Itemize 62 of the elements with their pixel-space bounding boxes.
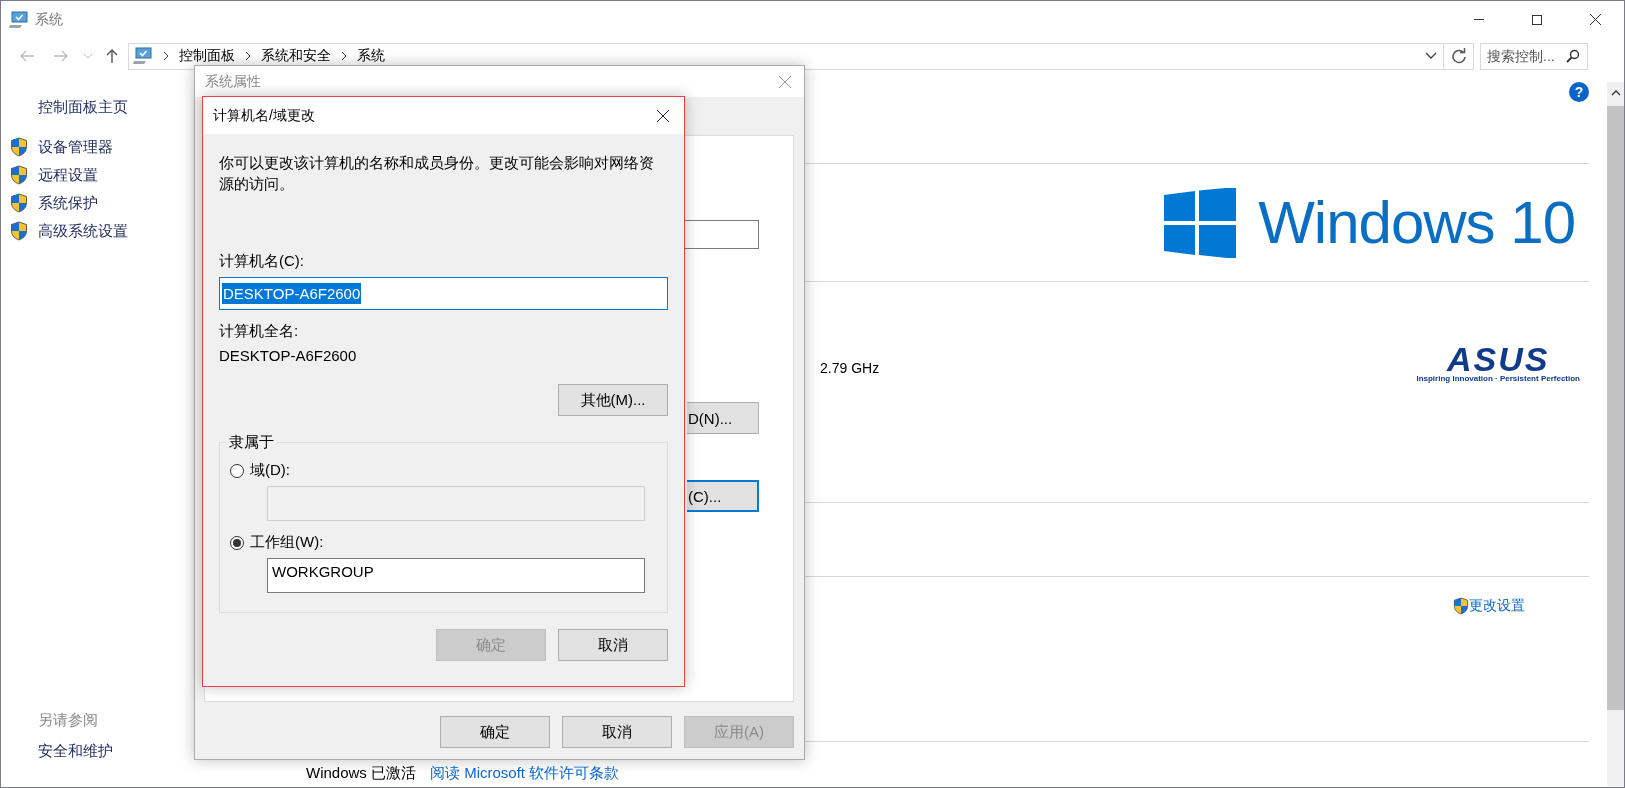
breadcrumb[interactable]: 系统和安全 xyxy=(261,47,331,65)
sidebar-link[interactable]: 远程设置 xyxy=(38,165,98,185)
input-field[interactable]: WORKGROUP xyxy=(267,558,645,593)
license-link[interactable]: 阅读 Microsoft 软件许可条款 xyxy=(430,764,620,783)
processor-speed: 2.79 GHz xyxy=(820,360,880,376)
refresh-button[interactable] xyxy=(1444,42,1474,70)
shield-icon xyxy=(10,221,28,241)
dialog-title: 系统属性 xyxy=(205,72,261,91)
dialog-title: 计算机名/域更改 xyxy=(213,106,315,125)
field-value: DESKTOP-A6F2600 xyxy=(222,283,362,304)
computer-name-field[interactable]: DESKTOP-A6F2600 xyxy=(219,277,668,310)
dialog-button[interactable]: 取消 xyxy=(562,716,672,748)
field-value: WORKGROUP xyxy=(272,563,374,580)
breadcrumb[interactable]: 控制面板 xyxy=(179,47,235,65)
dialog-button[interactable]: (C)... xyxy=(687,480,759,512)
logo-text: Windows 10 xyxy=(1258,188,1575,257)
scroll-up-icon[interactable] xyxy=(1610,90,1621,96)
logo-text: ASUS xyxy=(1446,344,1550,374)
computer-icon xyxy=(9,10,29,29)
field-label: 计算机全名: xyxy=(219,322,299,341)
close-icon[interactable] xyxy=(656,108,670,123)
radio-button[interactable] xyxy=(230,535,244,550)
search-icon xyxy=(1566,48,1580,63)
dialog-button[interactable]: 确定 xyxy=(440,716,550,748)
sidebar-link[interactable]: 控制面板主页 xyxy=(38,98,128,117)
radio-label[interactable]: 工作组(W): xyxy=(250,533,324,552)
logo-tagline: Inspiring Innovation · Persistent Perfection xyxy=(1416,374,1580,383)
chevron-right-icon xyxy=(245,51,251,61)
sidebar-link[interactable]: 安全和维护 xyxy=(38,742,113,761)
dialog-button[interactable]: D(N)... xyxy=(687,402,759,434)
field-label: 计算机名(C): xyxy=(219,252,304,271)
window-title: 系统 xyxy=(35,10,63,29)
full-computer-name: DESKTOP-A6F2600 xyxy=(219,347,357,364)
chevron-down-icon[interactable] xyxy=(1425,52,1437,60)
chevron-right-icon xyxy=(163,51,169,61)
shield-icon xyxy=(10,193,28,213)
chevron-right-icon xyxy=(341,51,347,61)
minimize-icon xyxy=(1474,19,1484,20)
search-field[interactable]: 搜索控制... xyxy=(1480,42,1588,70)
back-arrow-icon[interactable] xyxy=(19,49,35,63)
refresh-icon xyxy=(1450,48,1467,64)
shield-icon xyxy=(10,137,28,157)
forward-arrow-icon[interactable] xyxy=(53,49,69,63)
sidebar-link[interactable]: 设备管理器 xyxy=(38,137,113,157)
help-button[interactable]: ? xyxy=(1569,82,1589,102)
activation-status: Windows 已激活 xyxy=(306,764,417,783)
up-arrow-icon[interactable] xyxy=(105,48,119,64)
computer-icon xyxy=(133,47,153,65)
shield-icon xyxy=(1453,597,1469,615)
maximize-icon xyxy=(1531,13,1543,26)
description-text: 你可以更改该计算机的名称和成员身份。更改可能会影响对网络资源的访问。 xyxy=(219,153,655,194)
dialog-button[interactable]: 取消 xyxy=(558,629,668,661)
section-heading: 另请参阅 xyxy=(38,711,98,730)
sidebar-link[interactable]: 高级系统设置 xyxy=(38,221,128,241)
windows-flag-icon xyxy=(1164,187,1237,258)
shield-icon xyxy=(10,165,28,185)
sidebar-link[interactable]: 系统保护 xyxy=(38,193,98,213)
close-icon xyxy=(1588,13,1602,26)
breadcrumb[interactable]: 系统 xyxy=(357,47,385,65)
change-settings-link[interactable]: 更改设置 xyxy=(1469,597,1525,615)
group-title: 隶属于 xyxy=(226,433,277,452)
more-button[interactable]: 其他(M)... xyxy=(558,384,668,416)
